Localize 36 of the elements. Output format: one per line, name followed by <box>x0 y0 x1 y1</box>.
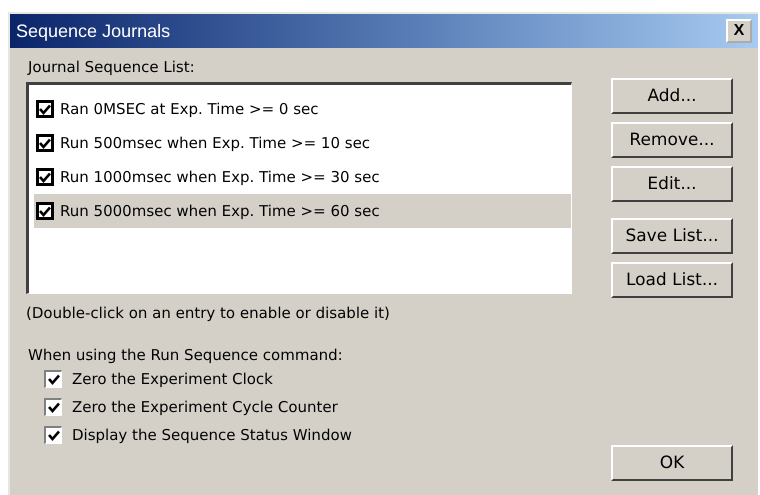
hint-text: (Double-click on an entry to enable or disable it) <box>26 304 391 322</box>
checkmark-icon <box>39 172 51 182</box>
checkmark-icon <box>39 206 51 216</box>
checkmark-icon <box>39 104 51 114</box>
window-title: Sequence Journals <box>16 20 170 42</box>
entry-text: Run 1000msec when Exp. Time >= 30 sec <box>60 168 380 186</box>
entry-text: Ran 0MSEC at Exp. Time >= 0 sec <box>60 100 319 118</box>
checkbox[interactable] <box>36 134 54 152</box>
side-button[interactable]: Remove... <box>611 122 733 158</box>
checkbox[interactable] <box>36 202 54 220</box>
side-button[interactable]: Load List... <box>611 262 733 298</box>
checkbox-label[interactable]: Zero the Experiment Clock <box>72 370 273 388</box>
checkbox[interactable] <box>44 426 62 444</box>
checkmark-icon <box>48 402 60 413</box>
list-item[interactable]: Run 5000msec when Exp. Time >= 60 sec <box>34 194 571 228</box>
checkbox-label[interactable]: Display the Sequence Status Window <box>72 426 352 444</box>
checkbox[interactable] <box>44 398 62 416</box>
checkbox[interactable] <box>36 100 54 118</box>
checkbox[interactable] <box>36 168 54 186</box>
ok-button[interactable]: OK <box>611 445 733 481</box>
options-label: When using the Run Sequence command: <box>28 346 344 364</box>
checkmark-icon <box>48 374 60 385</box>
side-button[interactable]: Save List... <box>611 218 733 254</box>
side-button[interactable]: Add... <box>611 78 733 114</box>
list-item[interactable]: Ran 0MSEC at Exp. Time >= 0 sec <box>34 92 571 126</box>
entry-text: Run 500msec when Exp. Time >= 10 sec <box>60 134 370 152</box>
entry-text: Run 5000msec when Exp. Time >= 60 sec <box>60 202 380 220</box>
checkbox-label[interactable]: Zero the Experiment Cycle Counter <box>72 398 338 416</box>
list-item[interactable]: Run 1000msec when Exp. Time >= 30 sec <box>34 160 571 194</box>
list-label: Journal Sequence List: <box>28 58 196 76</box>
list-item[interactable]: Run 500msec when Exp. Time >= 10 sec <box>34 126 571 160</box>
close-button[interactable]: X <box>726 19 752 43</box>
side-button[interactable]: Edit... <box>611 166 733 202</box>
checkbox[interactable] <box>44 370 62 388</box>
checkmark-icon <box>39 138 51 148</box>
checkmark-icon <box>48 430 60 441</box>
